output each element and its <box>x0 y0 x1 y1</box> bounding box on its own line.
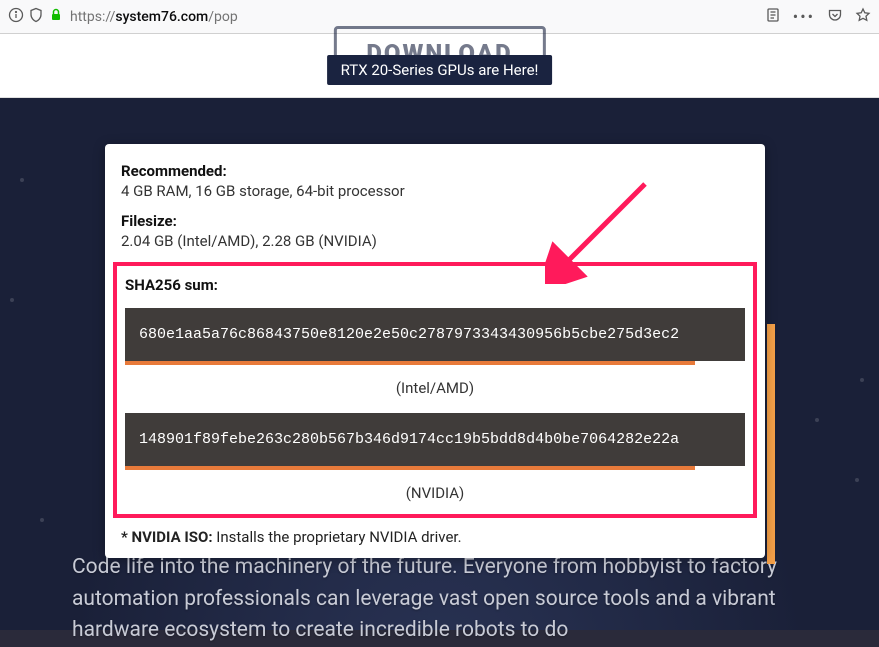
pocket-icon[interactable] <box>827 7 843 27</box>
hero-description: Code life into the machinery of the futu… <box>72 552 807 647</box>
recommended-label: Recommended: <box>121 162 749 180</box>
nvidia-footnote: * NVIDIA ISO: Installs the proprietary N… <box>121 528 749 546</box>
sha-section-highlighted: SHA256 sum: 680e1aa5a76c86843750e8120e2e… <box>113 262 757 518</box>
footnote-text: Installs the proprietary NVIDIA driver. <box>213 528 462 546</box>
hash-label-nvidia: (NVIDIA) <box>125 484 745 502</box>
bookmark-star-icon[interactable] <box>855 7 871 27</box>
recommended-value: 4 GB RAM, 16 GB storage, 64-bit processo… <box>121 182 749 200</box>
top-section: DOWNLOAD RTX 20-Series GPUs are Here! <box>0 34 879 98</box>
accent-bar <box>767 324 775 564</box>
hash-label-intel-amd: (Intel/AMD) <box>125 379 745 397</box>
reader-mode-icon[interactable] <box>765 7 781 27</box>
filesize-label: Filesize: <box>121 212 749 230</box>
download-info-modal: Recommended: 4 GB RAM, 16 GB storage, 64… <box>105 144 765 558</box>
shield-icon[interactable] <box>28 7 44 27</box>
sha-label: SHA256 sum: <box>125 276 745 294</box>
filesize-section: Filesize: 2.04 GB (Intel/AMD), 2.28 GB (… <box>121 212 749 250</box>
menu-icon[interactable]: ••• <box>793 7 815 26</box>
lock-icon[interactable] <box>48 7 64 27</box>
url-protocol: https:// <box>70 9 115 25</box>
hash-nvidia[interactable]: 148901f89febe263c280b567b346d9174cc19b5b… <box>125 413 745 466</box>
page-content: DOWNLOAD RTX 20-Series GPUs are Here! Co… <box>0 34 879 630</box>
hash-underline <box>125 466 695 470</box>
url-area[interactable]: https://system76.com/pop <box>8 7 757 27</box>
url-domain: system76.com <box>115 9 208 25</box>
url-path: /pop <box>208 9 237 25</box>
promo-banner[interactable]: RTX 20-Series GPUs are Here! <box>327 55 553 85</box>
hash-underline <box>125 361 695 365</box>
footnote-bold: * NVIDIA ISO: <box>121 528 213 546</box>
url-text[interactable]: https://system76.com/pop <box>70 9 238 25</box>
filesize-value: 2.04 GB (Intel/AMD), 2.28 GB (NVIDIA) <box>121 232 749 250</box>
recommended-section: Recommended: 4 GB RAM, 16 GB storage, 64… <box>121 162 749 200</box>
info-icon[interactable] <box>8 7 24 27</box>
hash-intel-amd[interactable]: 680e1aa5a76c86843750e8120e2e50c278797334… <box>125 308 745 361</box>
